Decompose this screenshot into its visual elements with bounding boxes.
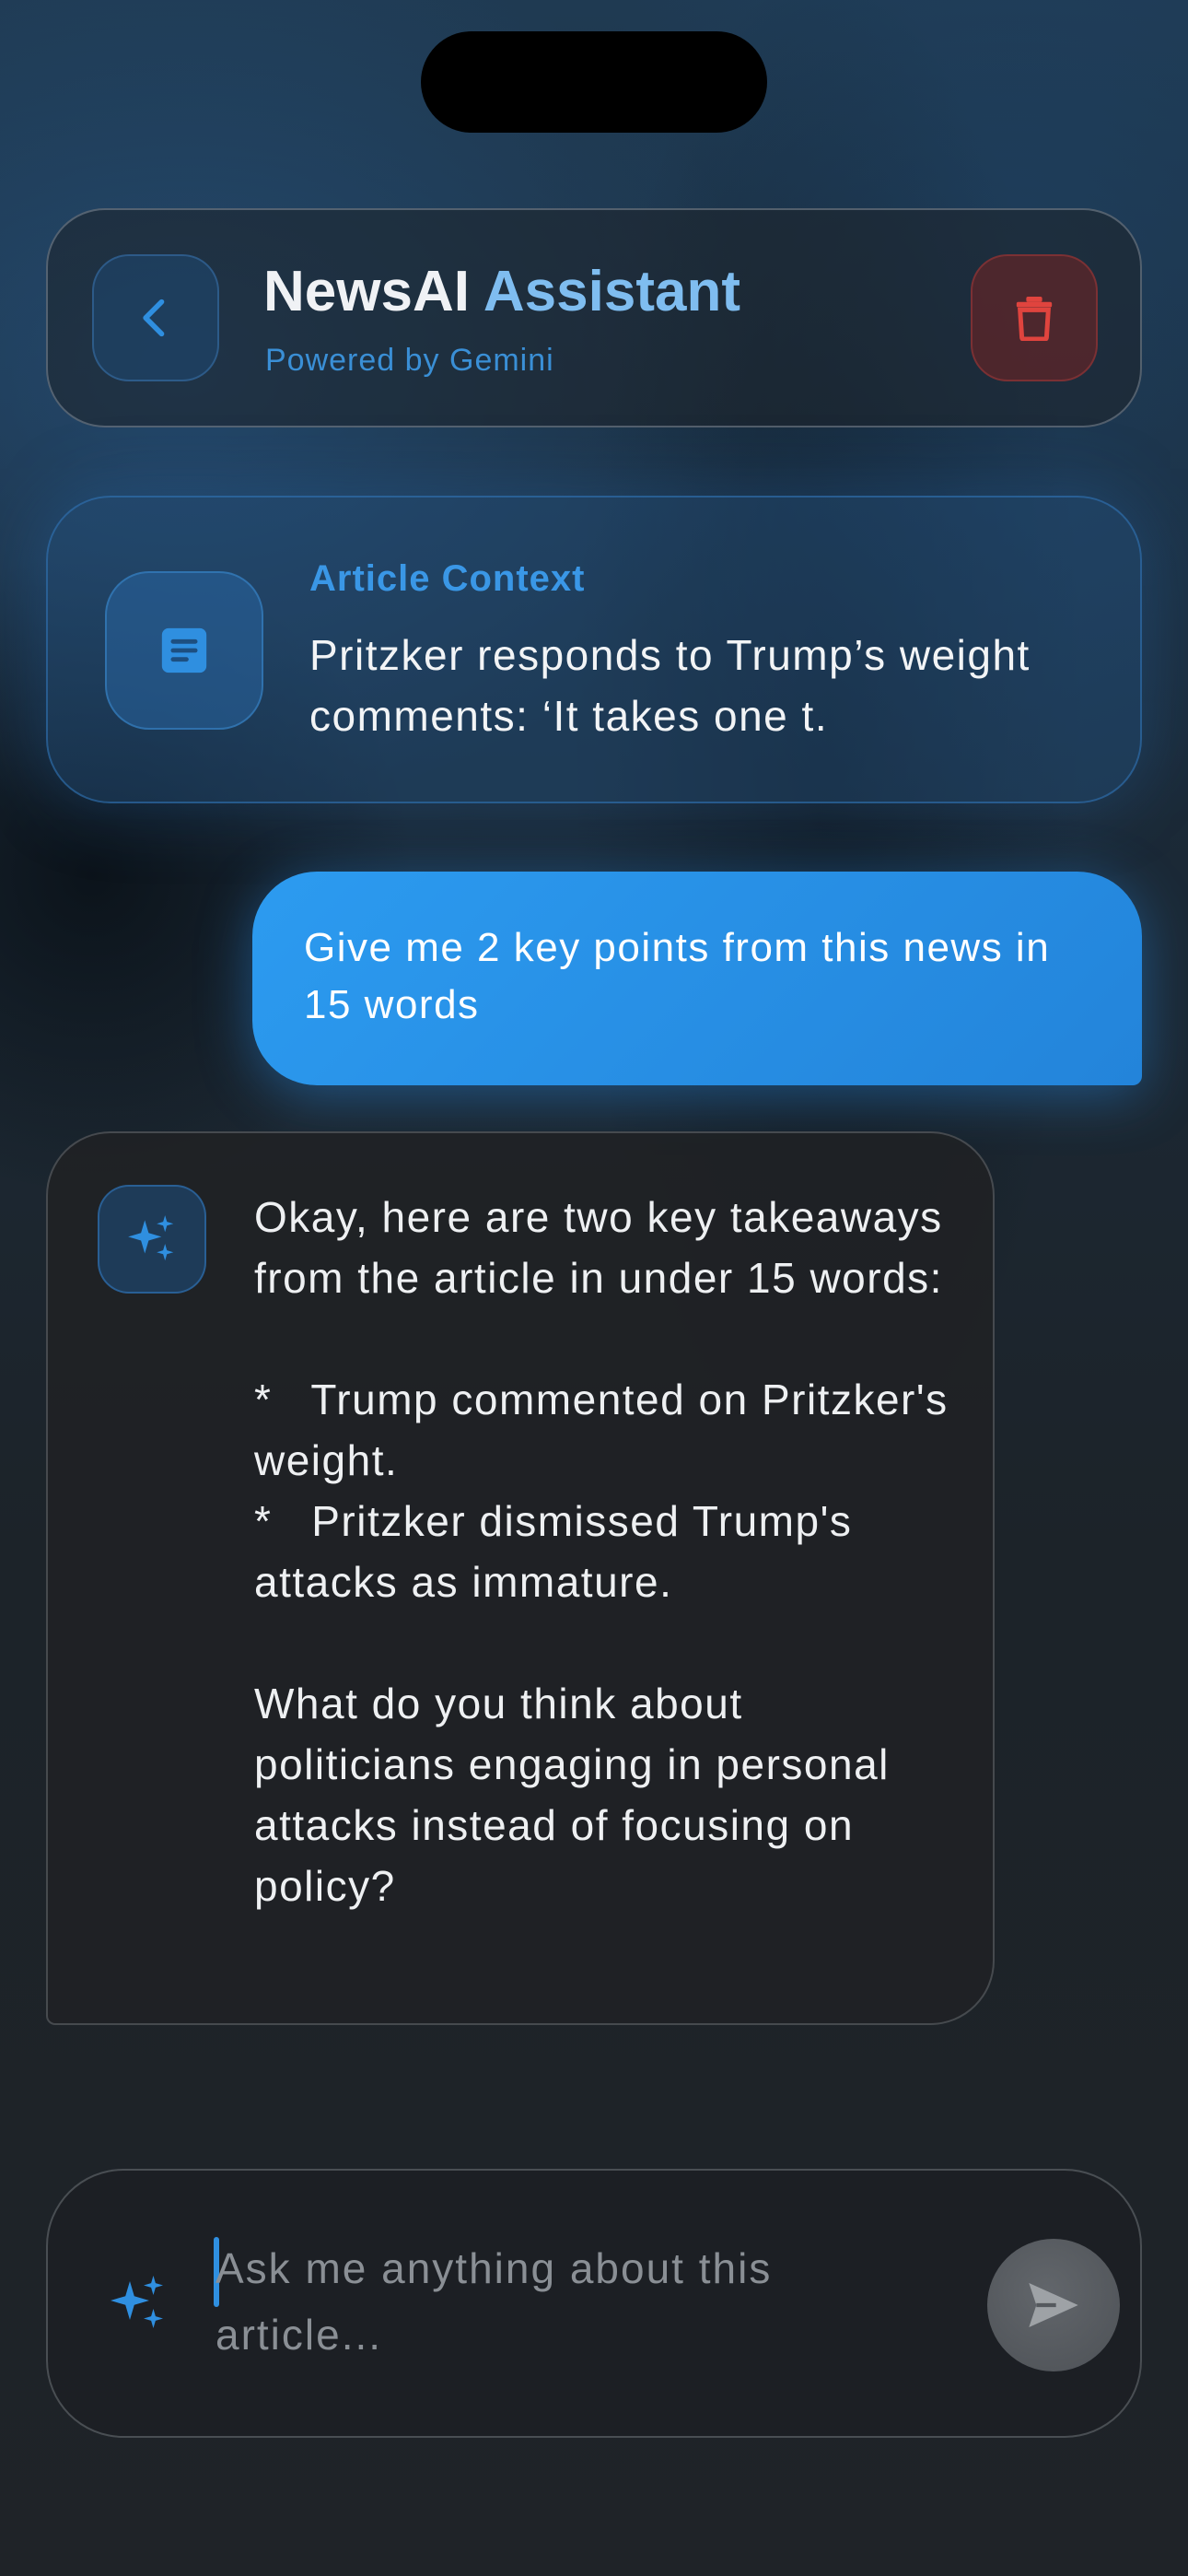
app-title-part2: Assistant — [483, 260, 740, 323]
message-composer — [46, 2169, 1142, 2438]
delete-chat-button[interactable] — [971, 254, 1098, 381]
assistant-message-bubble: Okay, here are two key takeaways from th… — [46, 1131, 995, 2025]
sparkle-icon — [128, 1215, 174, 1261]
app-subtitle: Powered by Gemini — [265, 343, 554, 378]
user-message-bubble: Give me 2 key points from this news in 1… — [252, 872, 1142, 1085]
article-context-label: Article Context — [309, 558, 586, 599]
send-button[interactable] — [987, 2239, 1120, 2371]
app-title-part1: NewsAI — [263, 260, 470, 323]
article-context-card[interactable]: Article Context Pritzker responds to Tru… — [46, 496, 1142, 803]
assistant-message-text: Okay, here are two key takeaways from th… — [254, 1193, 949, 1910]
document-icon — [161, 627, 207, 673]
back-button[interactable] — [92, 254, 219, 381]
chevron-left-icon — [143, 299, 165, 337]
assistant-avatar — [98, 1185, 206, 1294]
message-input[interactable] — [215, 2235, 879, 2373]
app-title: NewsAI Assistant — [263, 263, 740, 321]
user-message-text: Give me 2 key points from this news in 1… — [304, 925, 1051, 1027]
header-bar: NewsAI Assistant Powered by Gemini — [46, 208, 1142, 427]
trash-icon — [1016, 297, 1053, 341]
dynamic-island — [421, 31, 767, 133]
document-icon-container — [105, 571, 263, 730]
sparkle-icon — [111, 2276, 163, 2328]
send-icon — [1029, 2283, 1078, 2327]
article-context-text: Pritzker responds to Trump’s weight comm… — [309, 631, 1031, 740]
